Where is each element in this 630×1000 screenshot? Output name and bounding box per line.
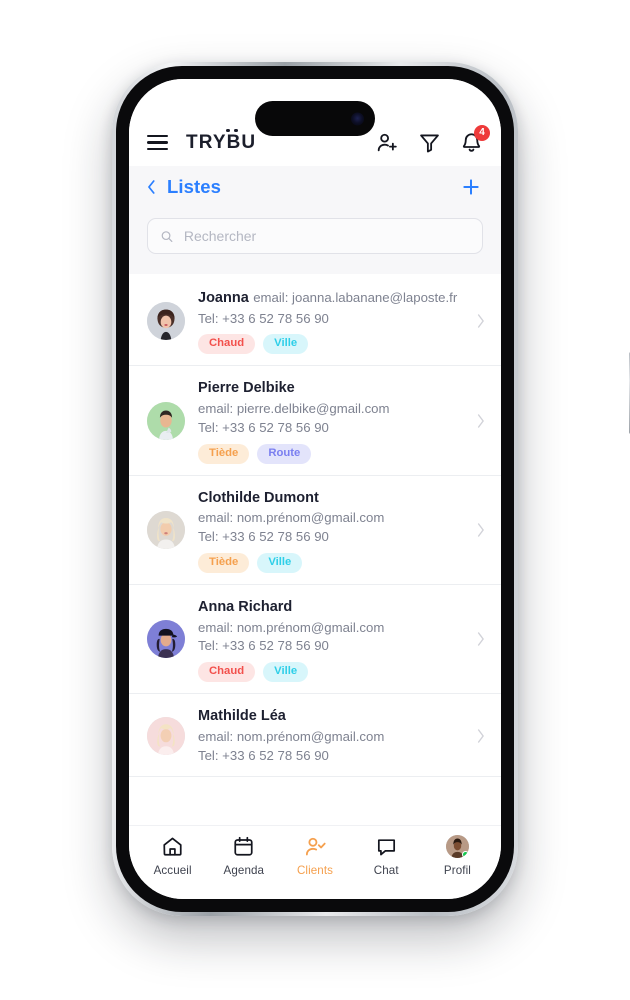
contact-phone: Tel: +33 6 52 78 56 90	[198, 638, 329, 654]
contact-email: email: nom.prénom@gmail.com	[198, 510, 385, 526]
chevron-right-icon[interactable]	[476, 413, 485, 429]
logo-text-end: BU	[226, 131, 257, 153]
table-row[interactable]: Mathilde Léa email: nom.prénom@gmail.com…	[129, 694, 501, 778]
contact-info: Joanna email: joanna.labanane@laposte.fr…	[198, 288, 463, 355]
tab-label: Clients	[296, 864, 334, 877]
contact-phone: Tel: +33 6 52 78 56 90	[198, 310, 329, 326]
dynamic-island	[255, 101, 375, 136]
phone-bezel: TRYBU 4 Listes Rechercher Joanna email: …	[116, 66, 514, 912]
bell-icon[interactable]: 4	[460, 125, 490, 154]
avatar	[147, 511, 185, 550]
contact-tags: Chaud Ville	[198, 334, 463, 355]
chat-bubble-icon	[375, 835, 398, 858]
tab-clients[interactable]: Clients	[279, 835, 350, 877]
hamburger-menu-icon[interactable]	[147, 135, 168, 150]
contact-info: Clothilde Dumont email: nom.prénom@gmail…	[198, 488, 463, 573]
status-badge: Ville	[263, 334, 309, 355]
contact-info: Anna Richard email: nom.prénom@gmail.com…	[198, 597, 463, 683]
chevron-right-icon[interactable]	[476, 313, 485, 329]
status-badge: Tiède	[198, 552, 250, 573]
status-badge: Chaud	[198, 334, 256, 355]
search-section	[129, 212, 501, 274]
contact-name: Joanna	[198, 290, 249, 306]
page-header: Listes	[129, 166, 501, 212]
logo-text-start: TR	[186, 131, 213, 153]
contact-phone: Tel: +33 6 52 78 56 90	[198, 529, 329, 545]
avatar	[147, 402, 185, 441]
tab-label: Chat	[373, 864, 399, 877]
table-row[interactable]: Pierre Delbike email: pierre.delbike@gma…	[129, 366, 501, 476]
status-badge: Ville	[257, 552, 303, 573]
calendar-icon	[232, 835, 255, 858]
back-button[interactable]	[147, 179, 156, 195]
filter-funnel-icon[interactable]	[418, 131, 441, 154]
logo-text-y: Y	[212, 131, 227, 153]
person-add-icon[interactable]	[376, 131, 399, 154]
table-row[interactable]: Clothilde Dumont email: nom.prénom@gmail…	[129, 475, 501, 585]
search-icon	[160, 229, 174, 244]
tab-accueil[interactable]: Accueil	[137, 835, 208, 877]
online-status-dot	[461, 851, 469, 858]
bottom-tab-bar: Accueil Agenda Clients Chat Profil	[129, 825, 501, 899]
contact-name: Mathilde Léa	[198, 708, 286, 725]
avatar	[147, 620, 185, 659]
avatar	[147, 302, 185, 341]
search-box[interactable]	[147, 218, 483, 254]
avatar	[147, 716, 185, 755]
tab-label: Agenda	[223, 864, 265, 877]
screenshot-stage: TRYBU 4 Listes Rechercher Joanna email: …	[0, 0, 630, 1000]
contact-info: Pierre Delbike email: pierre.delbike@gma…	[198, 378, 463, 464]
notification-badge: 4	[474, 125, 490, 141]
table-row[interactable]: Joanna email: joanna.labanane@laposte.fr…	[129, 276, 501, 367]
contact-tags: Tiède Ville	[198, 552, 463, 573]
add-list-button[interactable]	[461, 177, 481, 197]
table-row[interactable]: Anna Richard email: nom.prénom@gmail.com…	[129, 584, 501, 695]
status-badge: Chaud	[198, 662, 256, 683]
tab-agenda[interactable]: Agenda	[208, 835, 279, 877]
logo-umlaut-dots	[226, 128, 238, 133]
phone-screen: TRYBU 4 Listes Rechercher Joanna email: …	[129, 79, 501, 899]
person-check-icon	[304, 835, 327, 858]
contact-phone: Tel: +33 6 52 78 56 90	[198, 747, 329, 763]
chevron-right-icon[interactable]	[476, 631, 485, 647]
phone-device-frame: TRYBU 4 Listes Rechercher Joanna email: …	[112, 62, 630, 916]
contact-phone: Tel: +33 6 52 78 56 90	[198, 419, 329, 435]
chevron-right-icon[interactable]	[476, 728, 485, 744]
contact-name: Anna Richard	[198, 598, 293, 615]
tab-label: Profil	[443, 864, 471, 877]
contact-email: email: nom.prénom@gmail.com	[198, 619, 385, 635]
tab-profil[interactable]: Profil	[422, 835, 493, 877]
tab-label: Accueil	[153, 864, 192, 877]
search-input[interactable]	[183, 228, 470, 244]
status-badge: Route	[257, 443, 312, 464]
contact-name: Clothilde Dumont	[198, 489, 319, 506]
contact-email: email: joanna.labanane@laposte.fr	[253, 290, 458, 305]
chevron-right-icon[interactable]	[476, 522, 485, 538]
contacts-list[interactable]: Joanna email: joanna.labanane@laposte.fr…	[129, 274, 501, 825]
page-title: Listes	[167, 176, 222, 197]
home-icon	[161, 835, 184, 858]
contact-email: email: pierre.delbike@gmail.com	[198, 401, 390, 417]
contact-info: Mathilde Léa email: nom.prénom@gmail.com…	[198, 706, 463, 765]
status-badge: Ville	[263, 662, 309, 683]
status-badge: Tiède	[198, 443, 250, 464]
contact-tags: Chaud Ville	[198, 662, 463, 683]
front-camera-icon	[351, 112, 364, 125]
app-logo: TRYBU	[186, 128, 257, 154]
contact-tags: Tiède Route	[198, 443, 463, 464]
contact-name: Pierre Delbike	[198, 380, 295, 397]
contact-email: email: nom.prénom@gmail.com	[198, 728, 385, 744]
top-bar-actions: 4	[376, 125, 490, 154]
profile-avatar-icon	[445, 835, 469, 858]
tab-chat[interactable]: Chat	[351, 835, 422, 877]
